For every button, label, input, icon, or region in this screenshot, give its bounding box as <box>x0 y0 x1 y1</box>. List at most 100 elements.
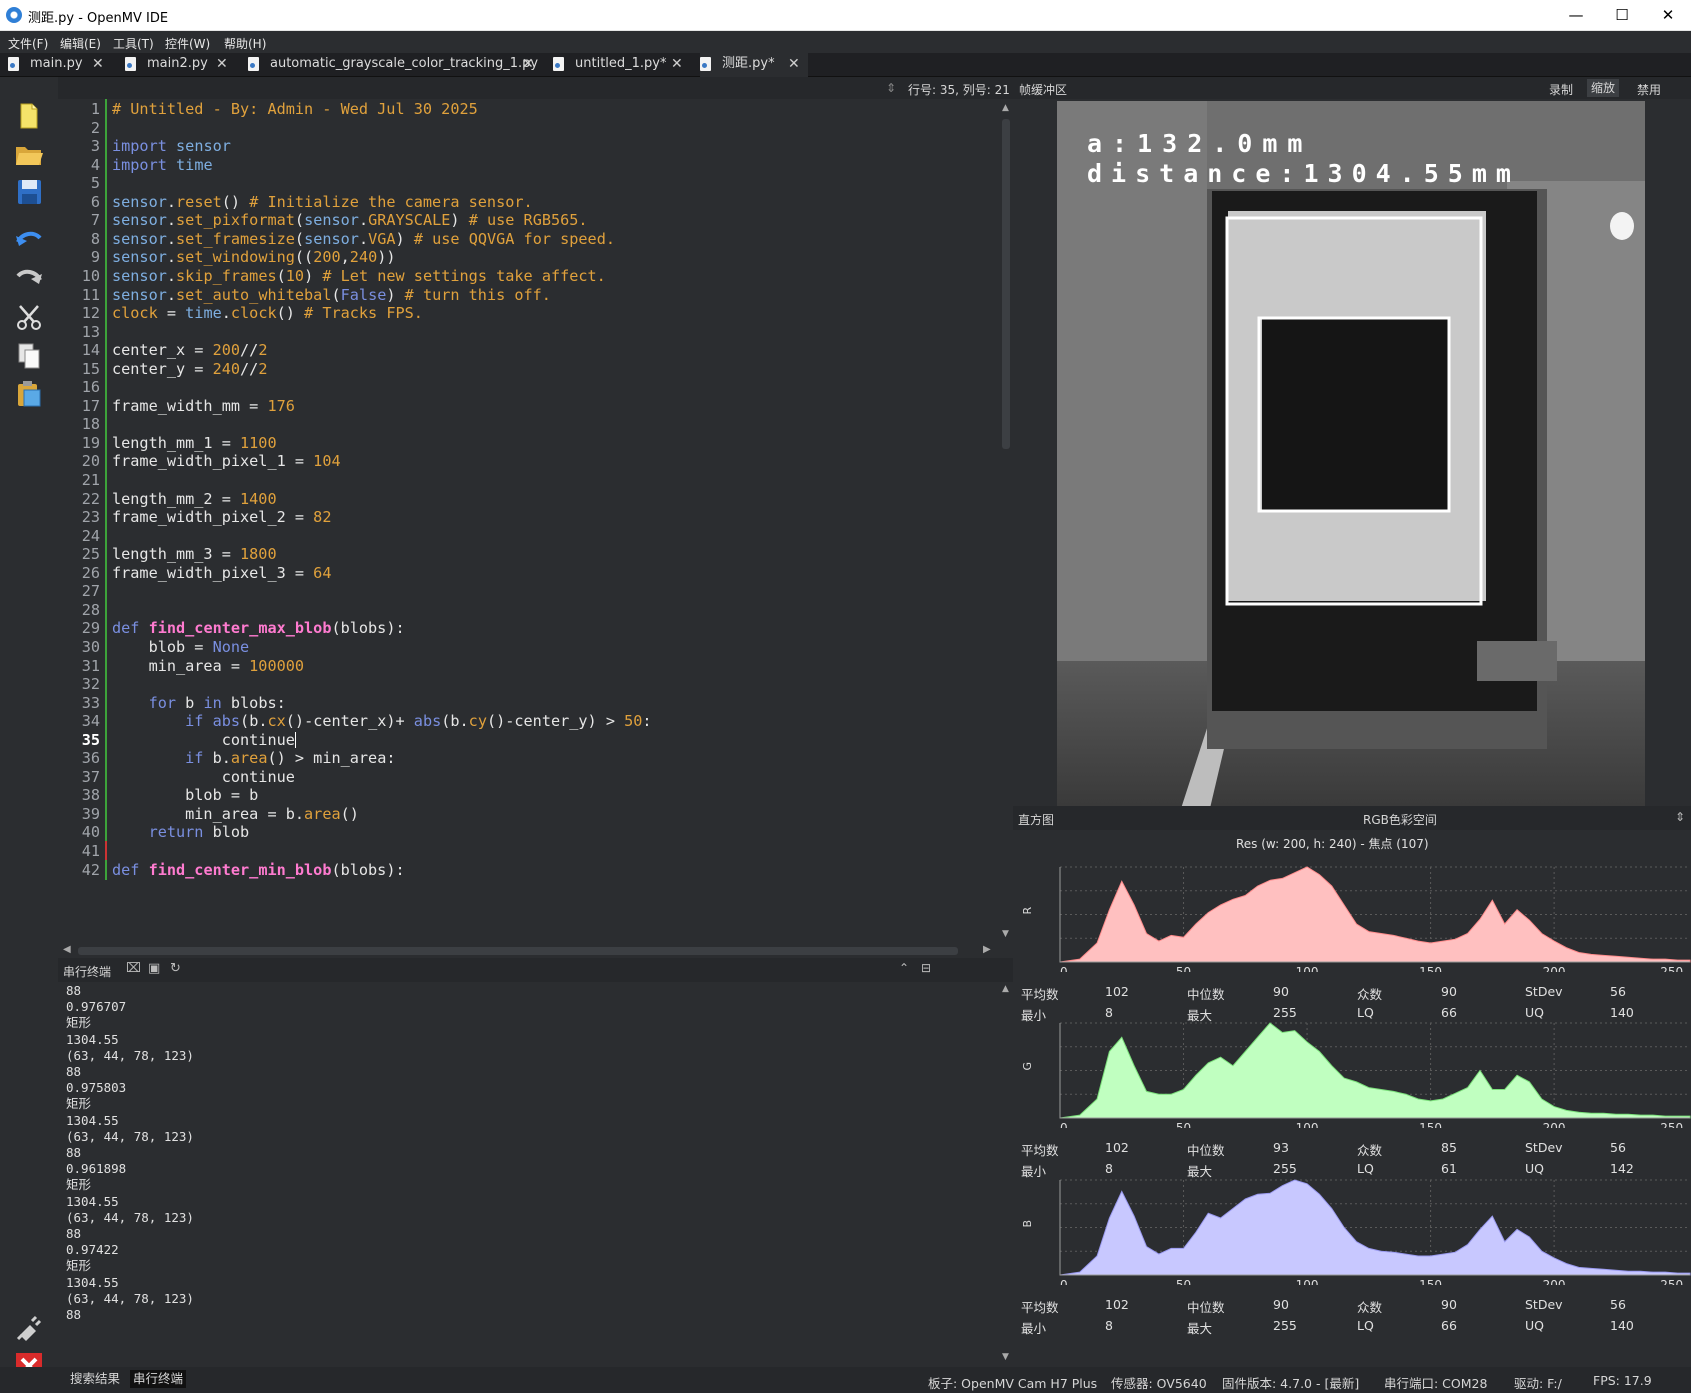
code-line[interactable]: 39 min_area = b.area() <box>58 803 999 824</box>
menu-help[interactable]: 帮助(H) <box>224 35 266 52</box>
tab-main2-py[interactable]: main2.py ✕ <box>125 53 230 77</box>
tab-automatic-grayscale[interactable]: automatic_grayscale_color_tracking_1.py … <box>248 53 538 77</box>
code-line[interactable]: 3 import sensor <box>58 136 999 157</box>
connect-icon[interactable] <box>14 1313 44 1343</box>
code-line[interactable]: 21 <box>58 470 999 490</box>
code-line[interactable]: 24 <box>58 525 999 546</box>
code-line[interactable]: 4 import time <box>58 154 999 175</box>
code-line[interactable]: 26 frame_width_pixel_3 = 64 <box>58 562 999 583</box>
code-line[interactable]: 42 def find_center_min_blob(blobs): <box>58 859 999 880</box>
code-line[interactable]: 27 <box>58 581 999 602</box>
record-button[interactable]: 录制 <box>1549 81 1573 98</box>
code-line[interactable]: 33 for b in blobs: <box>58 692 999 713</box>
close-tab-icon[interactable]: ✕ <box>788 53 800 75</box>
code-line[interactable]: 28 <box>58 599 999 620</box>
terminal-save-icon[interactable]: ▣ <box>148 961 160 976</box>
drive-info[interactable]: 驱动: F:/ <box>1514 1373 1562 1392</box>
menu-file[interactable]: 文件(F) <box>8 35 48 52</box>
scroll-up-icon[interactable]: ▲ <box>1002 984 1009 994</box>
cut-icon[interactable] <box>14 303 44 333</box>
close-window-button[interactable]: ✕ <box>1645 0 1691 31</box>
serial-terminal-output[interactable]: 88 0.976707 矩形 1304.55 (63, 44, 78, 123) 88 0.… <box>58 982 999 1366</box>
code-line[interactable]: 35 continue <box>58 729 999 750</box>
scroll-left-icon[interactable]: ◀ <box>63 944 71 955</box>
code-line[interactable]: 16 <box>58 377 999 398</box>
terminal-scrollbar[interactable]: ▲ ▼ <box>999 982 1013 1366</box>
scroll-thumb[interactable] <box>1002 119 1010 449</box>
code-line[interactable]: 38 blob = b <box>58 785 999 806</box>
close-tab-icon[interactable]: ✕ <box>522 53 534 75</box>
float-panel-icon[interactable]: ⊟ <box>921 961 931 975</box>
code-line[interactable]: 41 <box>58 841 999 861</box>
disable-button[interactable]: 禁用 <box>1637 81 1661 98</box>
close-tab-icon[interactable]: ✕ <box>671 53 683 75</box>
tab-ranging-py[interactable]: 测距.py* ✕ <box>700 53 808 77</box>
code-line[interactable]: 2 <box>58 117 999 138</box>
tab-main-py[interactable]: main.py ✕ <box>8 53 108 77</box>
terminal-wrap-icon[interactable]: ↻ <box>170 961 181 976</box>
code-line[interactable]: 8 sensor.set_framesize(sensor.VGA) # use … <box>58 228 999 249</box>
code-line[interactable]: 6 sensor.reset() # Initialize the camera … <box>58 191 999 212</box>
scroll-right-icon[interactable]: ▶ <box>983 944 991 955</box>
code-line[interactable]: 20 frame_width_pixel_1 = 104 <box>58 451 999 472</box>
board-info[interactable]: 板子: OpenMV Cam H7 Plus <box>928 1373 1097 1392</box>
code-line[interactable]: 11 sensor.set_auto_whitebal(False) # turn… <box>58 284 999 305</box>
code-line[interactable]: 23 frame_width_pixel_2 = 82 <box>58 507 999 528</box>
code-line[interactable]: 37 continue <box>58 766 999 787</box>
redo-icon[interactable] <box>14 263 44 293</box>
code-line[interactable]: 7 sensor.set_pixformat(sensor.GRAYSCALE) … <box>58 210 999 231</box>
code-line[interactable]: 25 length_mm_3 = 1800 <box>58 544 999 565</box>
code-line[interactable]: 12 clock = time.clock() # Tracks FPS. <box>58 303 999 324</box>
colorspace-dropdown-icon[interactable]: ⇕ <box>1675 810 1685 824</box>
undo-icon[interactable] <box>14 225 44 255</box>
paste-icon[interactable] <box>14 379 44 409</box>
code-line[interactable]: 40 return blob <box>58 822 999 843</box>
serial-port-info[interactable]: 串行端口: COM28 <box>1384 1373 1487 1392</box>
hscroll-thumb[interactable] <box>78 947 958 955</box>
colorspace-select[interactable]: RGB色彩空间 <box>1363 811 1437 828</box>
code-line[interactable]: 19 length_mm_1 = 1100 <box>58 432 999 453</box>
code-line[interactable]: 31 min_area = 100000 <box>58 655 999 676</box>
code-line[interactable]: 14 center_x = 200//2 <box>58 340 999 361</box>
close-tab-icon[interactable]: ✕ <box>92 53 104 75</box>
code-editor[interactable]: 1 # Untitled - By: Admin - Wed Jul 30 202… <box>58 99 999 944</box>
editor-vertical-scrollbar[interactable]: ▲ ▼ <box>999 99 1013 944</box>
code-line[interactable]: 13 <box>58 321 999 342</box>
code-line[interactable]: 5 <box>58 173 999 194</box>
close-tab-icon[interactable]: ✕ <box>216 53 228 75</box>
menu-edit[interactable]: 编辑(E) <box>60 35 101 52</box>
code-line[interactable]: 18 <box>58 414 999 435</box>
code-line[interactable]: 1 # Untitled - By: Admin - Wed Jul 30 202… <box>58 99 999 119</box>
menu-widgets[interactable]: 控件(W) <box>165 35 210 52</box>
scroll-down-icon[interactable]: ▼ <box>1002 1352 1009 1362</box>
minimize-button[interactable]: — <box>1553 0 1599 31</box>
code-line[interactable]: 22 length_mm_2 = 1400 <box>58 488 999 509</box>
menu-tools[interactable]: 工具(T) <box>113 35 154 52</box>
save-icon[interactable] <box>14 177 44 207</box>
code-line[interactable]: 32 <box>58 674 999 695</box>
editor-horizontal-scrollbar[interactable]: ◀ ▶ <box>58 944 999 958</box>
collapse-panel-icon[interactable]: ⌃ <box>899 961 909 975</box>
search-results-tab[interactable]: 搜索结果 <box>68 1370 122 1388</box>
frame-buffer-view[interactable]: a:132.0mm distance:1304.55mm <box>1013 99 1691 806</box>
copy-icon[interactable] <box>14 341 44 371</box>
code-line[interactable]: 30 blob = None <box>58 636 999 657</box>
serial-terminal-tab[interactable]: 串行终端 <box>130 1370 187 1388</box>
code-line[interactable]: 36 if b.area() > min_area: <box>58 748 999 769</box>
code-line[interactable]: 15 center_y = 240//2 <box>58 358 999 379</box>
scroll-up-icon[interactable]: ▲ <box>1002 103 1009 113</box>
zoom-button[interactable]: 缩放 <box>1587 79 1620 97</box>
code-line[interactable]: 17 frame_width_mm = 176 <box>58 395 999 416</box>
open-folder-icon[interactable] <box>14 139 44 169</box>
terminal-clear-icon[interactable]: ⌧ <box>126 961 141 976</box>
firmware-info[interactable]: 固件版本: 4.7.0 - [最新] <box>1222 1373 1359 1392</box>
scroll-down-icon[interactable]: ▼ <box>1002 929 1009 939</box>
sort-arrows-icon[interactable]: ⇕ <box>886 81 896 95</box>
maximize-button[interactable]: ☐ <box>1599 0 1645 31</box>
code-line[interactable]: 10 sensor.skip_frames(10) # Let new setti… <box>58 265 999 286</box>
new-file-icon[interactable] <box>14 101 44 131</box>
tab-untitled-1[interactable]: untitled_1.py* ✕ <box>553 53 685 77</box>
code-line[interactable]: 29 def find_center_max_blob(blobs): <box>58 618 999 639</box>
code-line[interactable]: 34 if abs(b.cx()-center_x)+ abs(b.cy()-c… <box>58 711 999 732</box>
code-line[interactable]: 9 sensor.set_windowing((200,240)) <box>58 247 999 268</box>
